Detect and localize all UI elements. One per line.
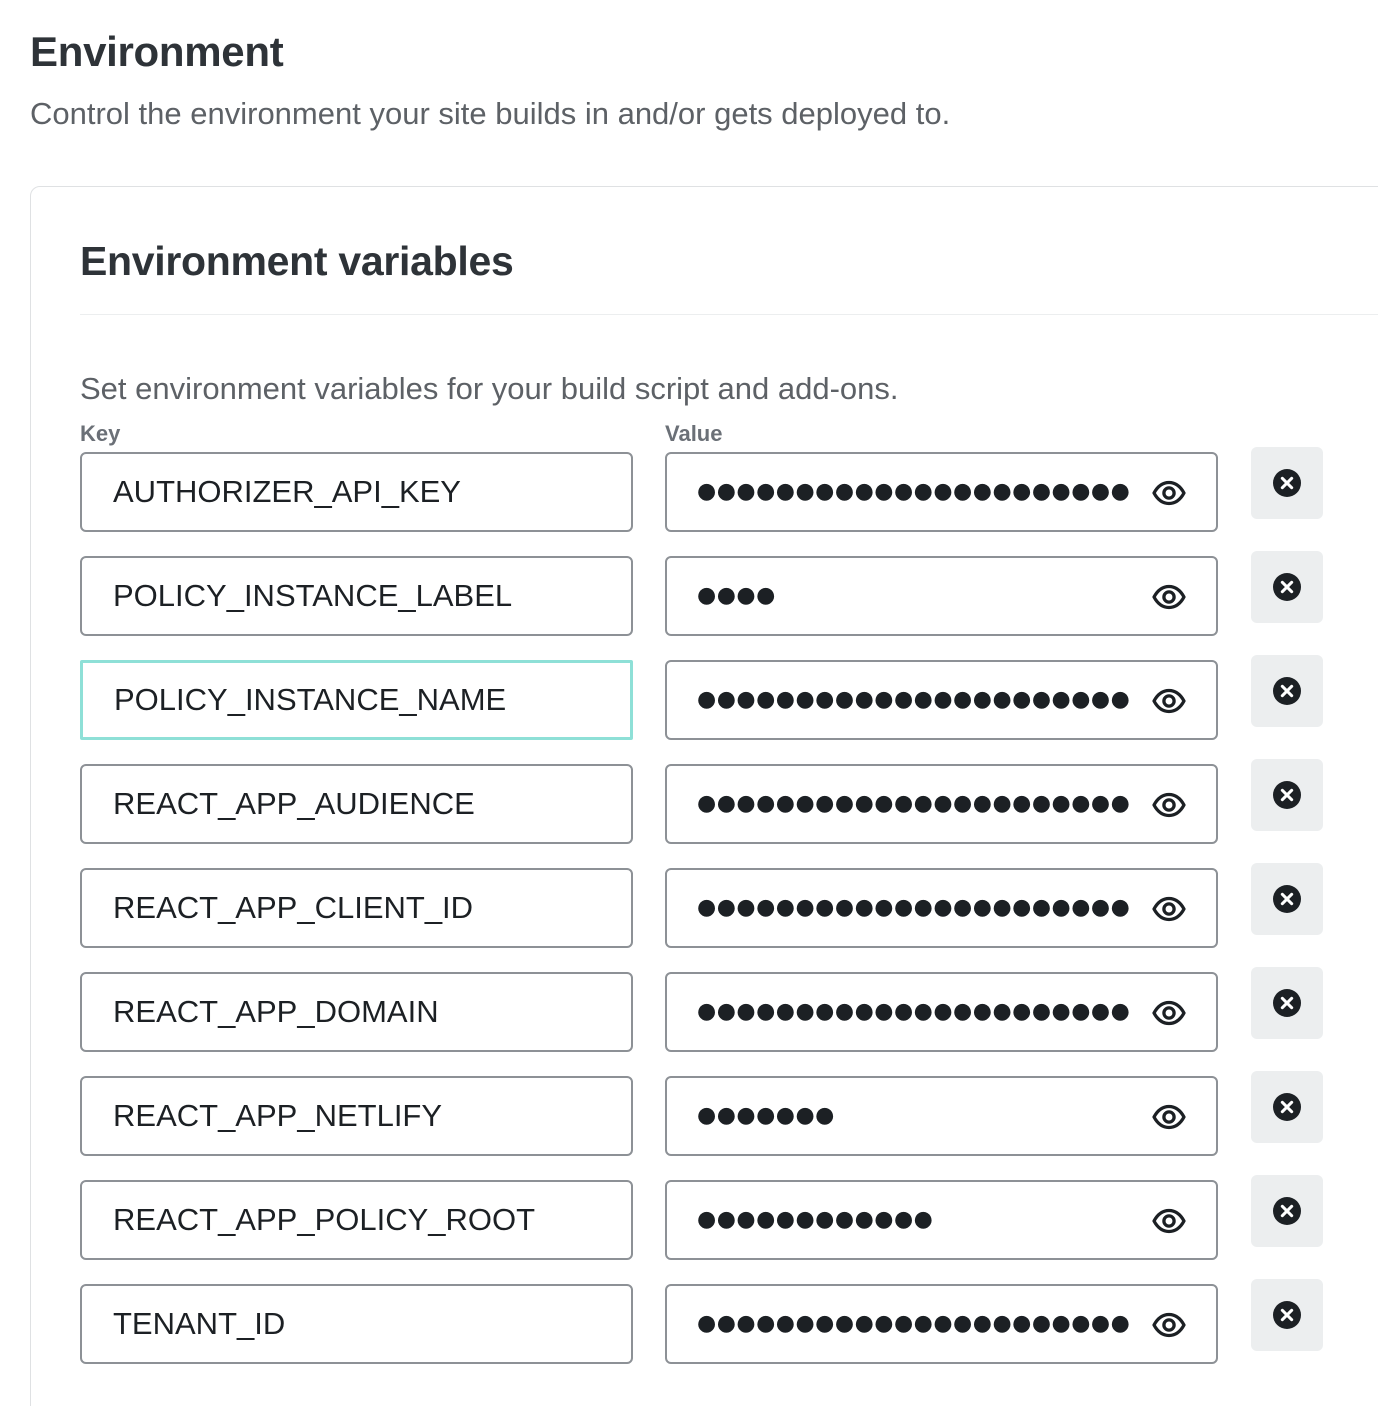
close-circle-icon — [1273, 781, 1301, 809]
variable-list: ●●●●●●●●●●●●●●●●●●●●●●●● ●●●● — [80, 447, 1325, 1388]
eye-icon[interactable] — [1151, 683, 1187, 719]
delete-variable-button[interactable] — [1251, 551, 1323, 623]
key-column-label: Key — [80, 421, 121, 446]
variable-key-input[interactable] — [80, 1076, 633, 1156]
eye-icon[interactable] — [1151, 1307, 1187, 1343]
close-circle-icon — [1273, 885, 1301, 913]
variable-key-input[interactable] — [80, 972, 633, 1052]
page-description: Control the environment your site builds… — [30, 96, 951, 131]
variable-value-input[interactable]: ●●●●●●●●●●●●●●●●●●●●●●●● — [665, 1284, 1218, 1364]
variable-value-masked: ●●●●●●●●●●●●●●●●●●●●●●●● — [697, 895, 1131, 920]
delete-variable-button[interactable] — [1251, 655, 1323, 727]
variable-value-masked: ●●●●●●●●●●●●●●●●●●●●●●●● — [697, 687, 1131, 712]
close-circle-icon — [1273, 1093, 1301, 1121]
close-circle-icon — [1273, 989, 1301, 1017]
variable-row-2: ●●●● — [80, 551, 1325, 636]
variable-value-masked: ●●●●●●●●●●●●●●●●●●●●●●●● — [697, 1311, 1131, 1336]
close-circle-icon — [1273, 469, 1301, 497]
variable-row-8: ●●●●●●●●●●●● — [80, 1175, 1325, 1260]
card-title: Environment variables — [80, 238, 514, 284]
variable-value-masked: ●●●●●●● — [697, 1103, 835, 1128]
eye-icon[interactable] — [1151, 579, 1187, 615]
variable-value-masked: ●●●●●●●●●●●●●●●●●●●●●●●● — [697, 999, 1131, 1024]
variable-row-7: ●●●●●●● — [80, 1071, 1325, 1156]
variable-value-input[interactable]: ●●●●●●●●●●●●●●●●●●●●●●●● — [665, 452, 1218, 532]
environment-variables-card: Environment variables Set environment va… — [30, 186, 1378, 1406]
variable-key-input[interactable] — [80, 764, 633, 844]
variable-key-input[interactable] — [80, 1284, 633, 1364]
eye-icon[interactable] — [1151, 1203, 1187, 1239]
page-title: Environment — [30, 28, 284, 75]
variable-value-masked: ●●●●●●●●●●●● — [697, 1207, 934, 1232]
delete-variable-button[interactable] — [1251, 863, 1323, 935]
variable-value-input[interactable]: ●●●●●●●●●●●●●●●●●●●●●●●● — [665, 764, 1218, 844]
environment-settings-page: Environment Control the environment your… — [0, 0, 1378, 1406]
card-divider — [80, 314, 1378, 315]
variable-value-input[interactable]: ●●●●●●●●●●●● — [665, 1180, 1218, 1260]
variable-value-input[interactable]: ●●●●●●●●●●●●●●●●●●●●●●●● — [665, 972, 1218, 1052]
variable-key-input[interactable] — [80, 660, 633, 740]
variable-row-9: ●●●●●●●●●●●●●●●●●●●●●●●● — [80, 1279, 1325, 1364]
variable-key-input[interactable] — [80, 868, 633, 948]
delete-variable-button[interactable] — [1251, 759, 1323, 831]
eye-icon[interactable] — [1151, 891, 1187, 927]
variable-row-1: ●●●●●●●●●●●●●●●●●●●●●●●● — [80, 447, 1325, 532]
eye-icon[interactable] — [1151, 1099, 1187, 1135]
variable-value-input[interactable]: ●●●●●●●●●●●●●●●●●●●●●●●● — [665, 868, 1218, 948]
variable-key-input[interactable] — [80, 452, 633, 532]
variable-key-input[interactable] — [80, 556, 633, 636]
close-circle-icon — [1273, 573, 1301, 601]
eye-icon[interactable] — [1151, 995, 1187, 1031]
variable-value-input[interactable]: ●●●● — [665, 556, 1218, 636]
close-circle-icon — [1273, 1301, 1301, 1329]
delete-variable-button[interactable] — [1251, 1071, 1323, 1143]
variable-row-4: ●●●●●●●●●●●●●●●●●●●●●●●● — [80, 759, 1325, 844]
value-column-label: Value — [665, 421, 723, 446]
eye-icon[interactable] — [1151, 787, 1187, 823]
variable-row-5: ●●●●●●●●●●●●●●●●●●●●●●●● — [80, 863, 1325, 948]
variable-row-3: ●●●●●●●●●●●●●●●●●●●●●●●● — [80, 655, 1325, 740]
variable-key-input[interactable] — [80, 1180, 633, 1260]
delete-variable-button[interactable] — [1251, 1175, 1323, 1247]
variable-value-masked: ●●●● — [697, 583, 776, 608]
eye-icon[interactable] — [1151, 475, 1187, 511]
card-description: Set environment variables for your build… — [80, 371, 899, 406]
delete-variable-button[interactable] — [1251, 1279, 1323, 1351]
delete-variable-button[interactable] — [1251, 967, 1323, 1039]
variable-value-masked: ●●●●●●●●●●●●●●●●●●●●●●●● — [697, 479, 1131, 504]
delete-variable-button[interactable] — [1251, 447, 1323, 519]
variable-row-6: ●●●●●●●●●●●●●●●●●●●●●●●● — [80, 967, 1325, 1052]
variable-value-input[interactable]: ●●●●●●● — [665, 1076, 1218, 1156]
close-circle-icon — [1273, 677, 1301, 705]
variable-value-masked: ●●●●●●●●●●●●●●●●●●●●●●●● — [697, 791, 1131, 816]
close-circle-icon — [1273, 1197, 1301, 1225]
variable-value-input[interactable]: ●●●●●●●●●●●●●●●●●●●●●●●● — [665, 660, 1218, 740]
